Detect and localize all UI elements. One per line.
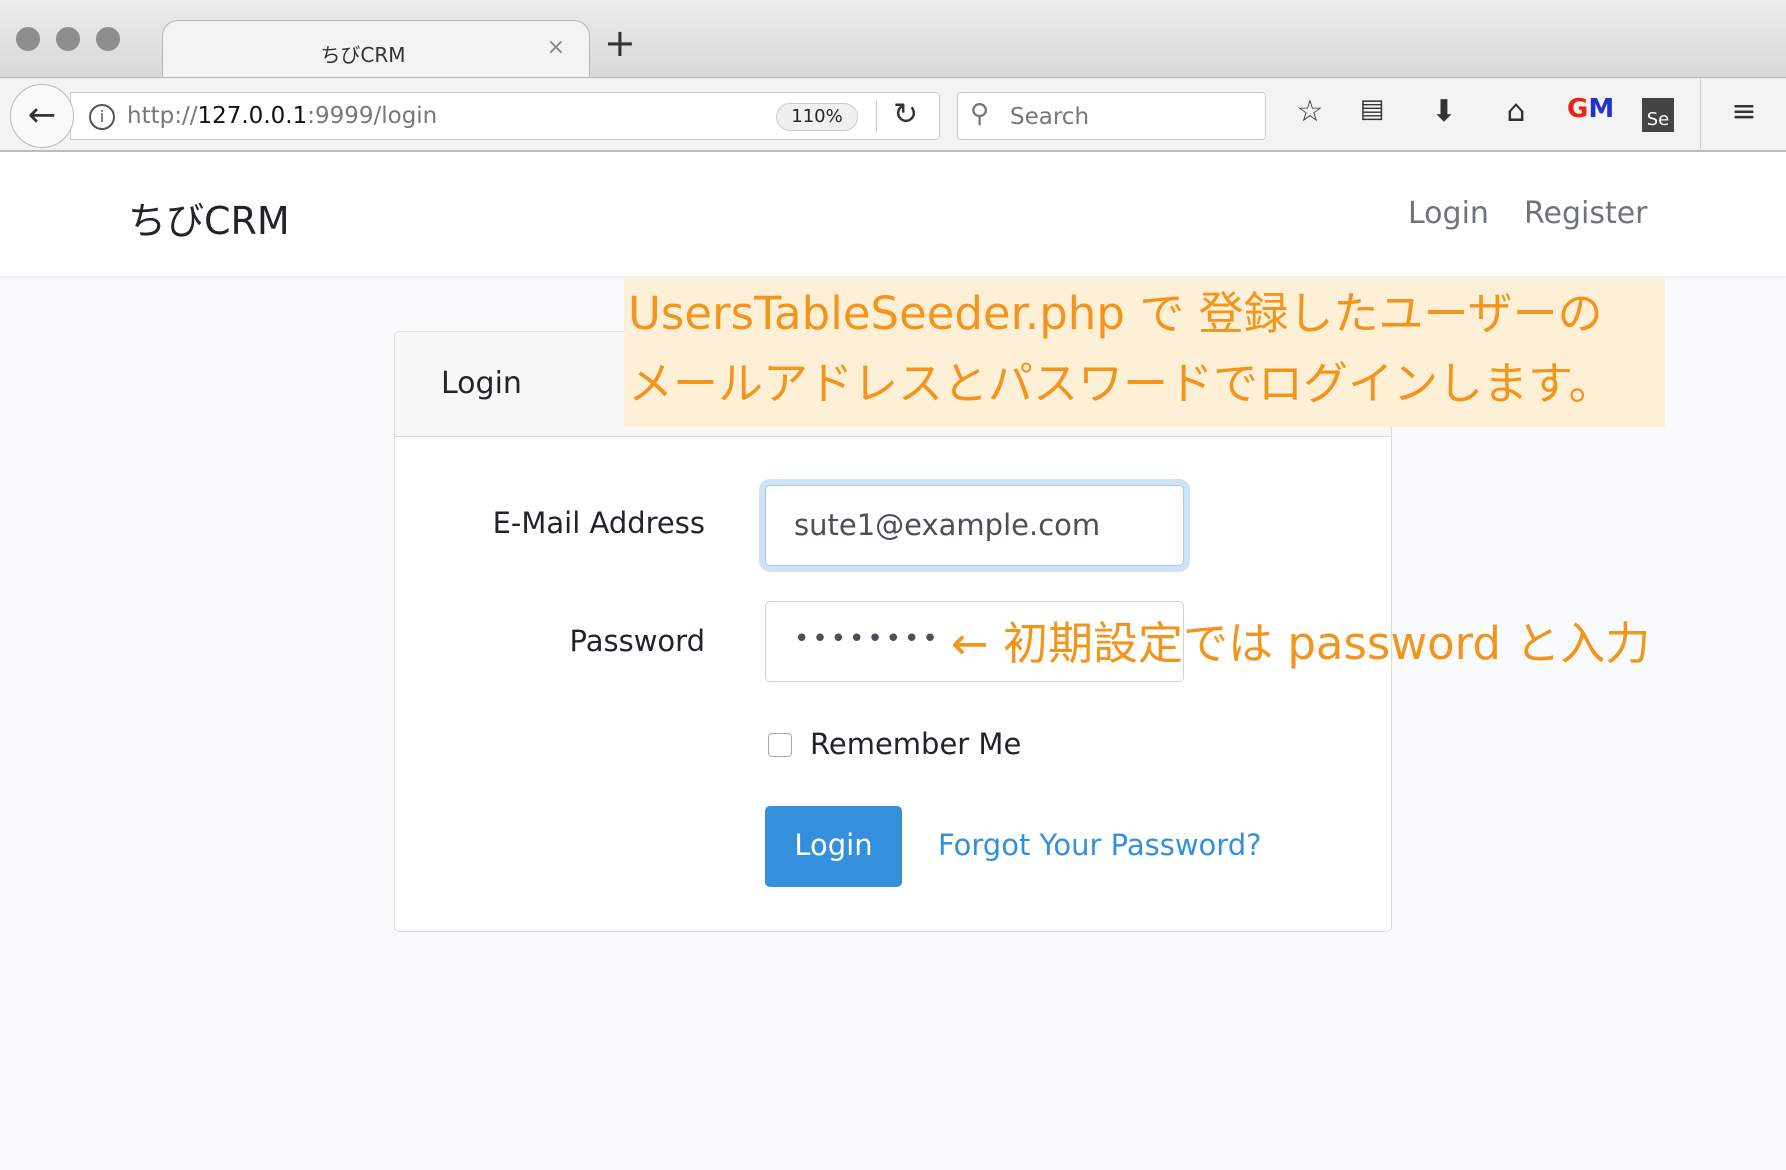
url-bar[interactable]: i http://127.0.0.1:9999/login 110% ↻ [70, 92, 940, 140]
home-icon[interactable]: ⌂ [1496, 94, 1536, 129]
browser-toolbar: i http://127.0.0.1:9999/login 110% ↻ ← ⚲… [0, 77, 1786, 152]
download-icon[interactable]: ⬇ [1424, 94, 1464, 129]
forgot-password-link[interactable]: Forgot Your Password? [938, 828, 1262, 862]
tab-title: ちびCRM [320, 43, 406, 67]
annotation-line-2: メールアドレスとパスワードでログインします。 [628, 357, 1614, 410]
divider [1700, 78, 1701, 151]
url-host: 127.0.0.1 [197, 103, 308, 129]
close-window-button[interactable] [16, 27, 40, 51]
url-text[interactable]: http://127.0.0.1:9999/login [127, 103, 437, 129]
search-input[interactable]: ⚲ Search [957, 92, 1266, 140]
search-icon: ⚲ [970, 99, 990, 129]
selenium-ide-icon[interactable]: Se [1642, 98, 1674, 132]
tab-close-icon[interactable]: × [547, 35, 565, 60]
remember-me-label[interactable]: Remember Me [810, 727, 1021, 761]
password-label: Password [569, 624, 705, 658]
password-annotation: ← 初期設定では password と入力 [951, 617, 1651, 670]
zoom-level-badge[interactable]: 110% [776, 103, 858, 131]
new-tab-button[interactable]: + [604, 24, 636, 62]
tab-bar: ちびCRM × + [0, 0, 1786, 78]
reading-list-icon[interactable]: ▤ [1352, 94, 1392, 124]
annotation-line-1: UsersTableSeeder.php で 登録したユーザーの [628, 287, 1603, 340]
bookmark-star-icon[interactable]: ☆ [1290, 94, 1330, 129]
annotation-callout: UsersTableSeeder.php で 登録したユーザーの メールアドレス… [624, 279, 1665, 427]
login-button[interactable]: Login [765, 806, 902, 887]
nav-register-link[interactable]: Register [1524, 196, 1648, 231]
url-scheme: http:// [127, 103, 198, 129]
minimize-window-button[interactable] [56, 27, 80, 51]
site-navbar: ちびCRM Login Register [0, 152, 1786, 276]
info-icon[interactable]: i [89, 104, 115, 130]
maximize-window-button[interactable] [96, 27, 120, 51]
reload-icon[interactable]: ↻ [893, 97, 918, 132]
url-path: :9999/login [307, 103, 438, 129]
menu-hamburger-icon[interactable]: ≡ [1724, 94, 1764, 129]
brand-logo[interactable]: ちびCRM [128, 190, 290, 245]
search-placeholder: Search [1010, 104, 1090, 130]
remember-me-checkbox[interactable] [768, 733, 792, 757]
back-button[interactable]: ← [10, 84, 74, 148]
email-field[interactable]: sute1@example.com [765, 485, 1184, 566]
card-title: Login [441, 366, 522, 401]
divider [876, 101, 877, 133]
nav-login-link[interactable]: Login [1408, 196, 1489, 231]
extension-gm-icon[interactable]: GM [1567, 94, 1614, 124]
email-label: E-Mail Address [492, 506, 705, 540]
browser-tab[interactable]: ちびCRM × [162, 20, 590, 78]
